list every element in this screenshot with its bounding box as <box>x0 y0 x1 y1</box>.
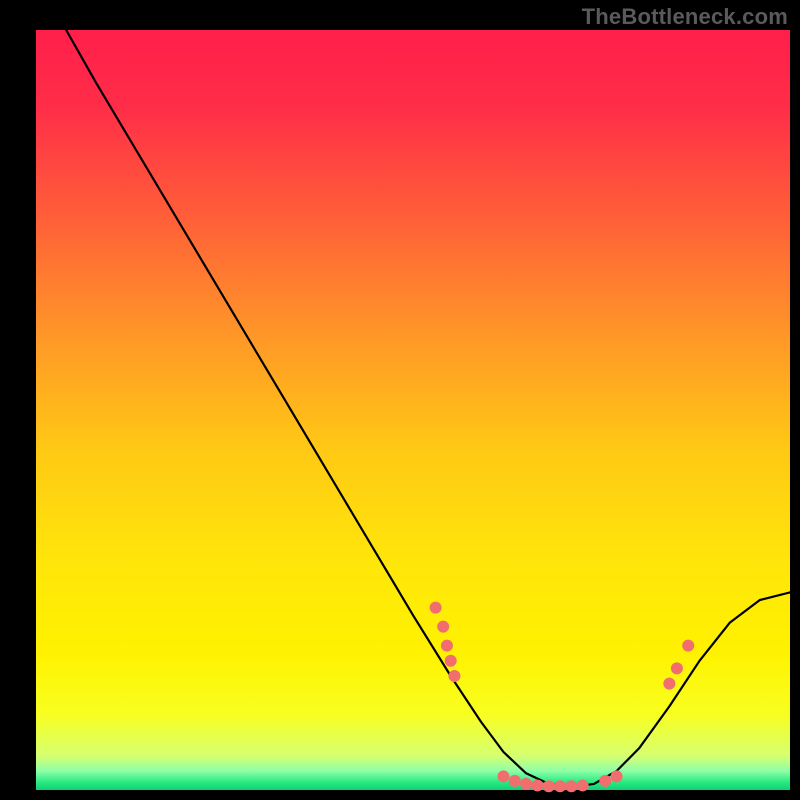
data-point <box>497 770 509 782</box>
data-point <box>554 780 566 792</box>
data-point <box>543 780 555 792</box>
data-point <box>445 655 457 667</box>
data-point <box>441 640 453 652</box>
data-point <box>565 780 577 792</box>
data-point <box>611 770 623 782</box>
data-point <box>509 775 521 787</box>
chart-container: TheBottleneck.com <box>0 0 800 800</box>
data-point <box>520 778 532 790</box>
data-point <box>430 602 442 614</box>
data-point <box>448 670 460 682</box>
data-point <box>663 678 675 690</box>
chart-svg <box>0 0 800 800</box>
data-point <box>682 640 694 652</box>
data-point <box>437 621 449 633</box>
data-point <box>671 662 683 674</box>
gradient-background <box>36 30 790 790</box>
data-point <box>531 779 543 791</box>
data-point <box>599 775 611 787</box>
data-point <box>577 779 589 791</box>
watermark: TheBottleneck.com <box>582 4 788 30</box>
